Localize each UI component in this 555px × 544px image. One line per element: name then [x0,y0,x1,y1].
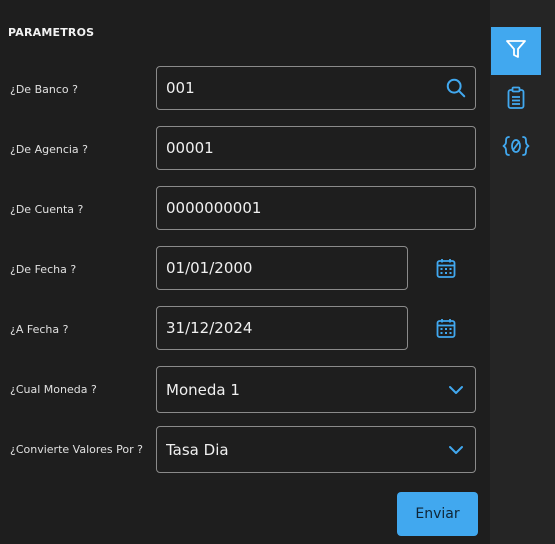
agencia-field[interactable]: 00001 [156,126,476,170]
section-title: PARAMETROS [8,26,95,39]
clipboard-button[interactable] [491,76,541,124]
variables-icon [502,135,530,161]
chevron-down-icon[interactable] [437,367,475,412]
submit-button[interactable]: Enviar [397,492,478,536]
calendar-icon[interactable] [434,256,458,280]
moneda-select[interactable]: Moneda 1 [156,366,476,413]
a-fecha-value: 31/12/2024 [166,319,253,337]
filter-icon [505,39,527,63]
convierte-value: Tasa Dia [166,440,229,459]
banco-field[interactable]: 001 [156,66,476,110]
moneda-label: ¿Cual Moneda ? [10,383,97,396]
de-fecha-field[interactable]: 01/01/2000 [156,246,408,290]
de-fecha-value: 01/01/2000 [166,259,253,277]
a-fecha-label: ¿A Fecha ? [10,323,69,336]
moneda-value: Moneda 1 [166,380,240,399]
banco-value: 001 [166,79,195,97]
filter-button[interactable] [491,27,541,75]
a-fecha-field[interactable]: 31/12/2024 [156,306,408,350]
search-icon[interactable] [437,67,475,109]
agencia-value: 00001 [166,139,214,157]
de-fecha-label: ¿De Fecha ? [10,263,77,276]
convierte-label: ¿Convierte Valores Por ? [10,443,143,456]
cuenta-label: ¿De Cuenta ? [10,203,84,216]
convierte-select[interactable]: Tasa Dia [156,426,476,473]
agencia-label: ¿De Agencia ? [10,143,88,156]
cuenta-value: 0000000001 [166,199,262,217]
parameters-panel: PARAMETROS ¿De Banco ? 001 ¿De Agencia ?… [0,0,490,544]
clipboard-icon [507,86,525,114]
chevron-down-icon[interactable] [437,427,475,472]
variables-button[interactable] [491,124,541,172]
banco-label: ¿De Banco ? [10,83,78,96]
cuenta-field[interactable]: 0000000001 [156,186,476,230]
calendar-icon[interactable] [434,316,458,340]
